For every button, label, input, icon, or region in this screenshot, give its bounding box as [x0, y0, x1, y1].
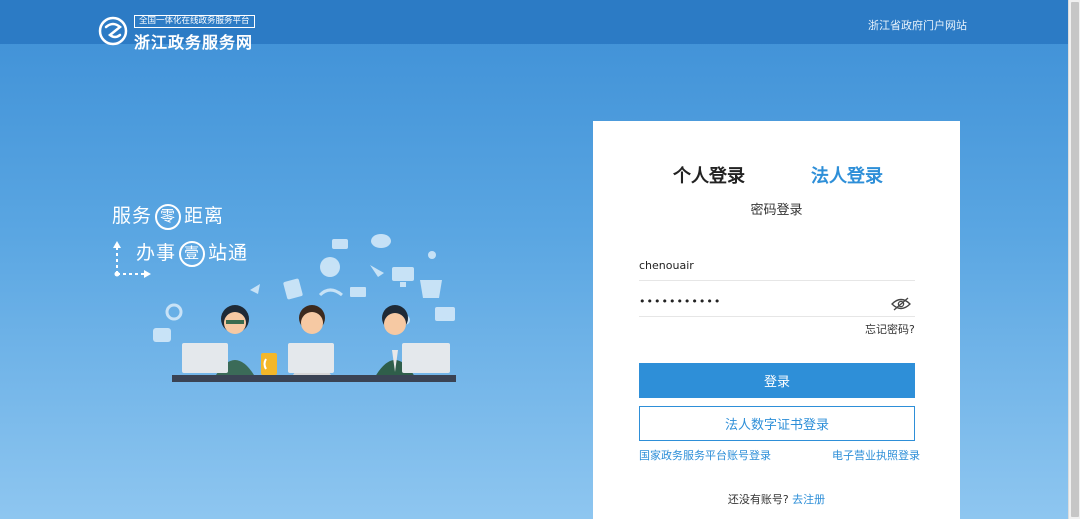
- username-input[interactable]: [639, 251, 915, 281]
- login-method-title: 密码登录: [750, 203, 803, 218]
- e-license-login-link[interactable]: 电子营业执照登录: [832, 447, 920, 463]
- eye-hidden-icon[interactable]: [891, 297, 911, 311]
- tab-legal-login[interactable]: 法人登录: [811, 162, 883, 188]
- password-input[interactable]: [639, 287, 915, 317]
- login-button[interactable]: 登录: [639, 363, 915, 398]
- logo-tagline: 全国一体化在线政务服务平台: [134, 15, 255, 28]
- login-panel: 个人登录 法人登录 密码登录 忘记密码? 登录 法人数字证书登录 国家政务服务平…: [593, 121, 960, 519]
- site-logo[interactable]: 全国一体化在线政务服务平台 浙江政务服务网: [98, 12, 268, 52]
- national-platform-login-link[interactable]: 国家政务服务平台账号登录: [639, 447, 771, 463]
- no-account-text: 还没有账号?: [727, 493, 789, 506]
- logo-mark-icon: [98, 16, 128, 46]
- top-bar: 全国一体化在线政务服务平台 浙江政务服务网 浙江省政府门户网站: [0, 0, 1068, 52]
- digital-cert-login-button[interactable]: 法人数字证书登录: [639, 406, 915, 441]
- service-staff-illustration: [153, 234, 456, 382]
- portal-link[interactable]: 浙江省政府门户网站: [868, 17, 967, 33]
- scrollbar-thumb[interactable]: [1071, 2, 1079, 517]
- register-link[interactable]: 去注册: [792, 493, 825, 506]
- register-row: 还没有账号? 去注册: [593, 491, 960, 507]
- slogan-1-b: 距离: [184, 205, 225, 227]
- logo-name: 浙江政务服务网: [134, 33, 254, 52]
- tab-personal-login[interactable]: 个人登录: [673, 162, 745, 188]
- forgot-password-link[interactable]: 忘记密码?: [865, 321, 915, 337]
- scrollbar[interactable]: [1068, 0, 1080, 519]
- slogan-1-a: 服务: [112, 205, 153, 227]
